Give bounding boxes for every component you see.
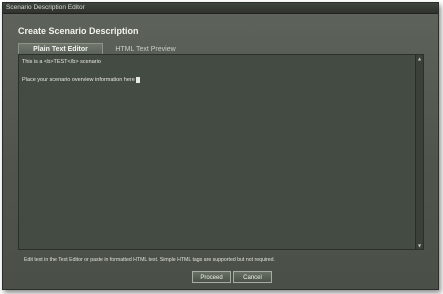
triangle-down-icon[interactable]: ▼ <box>416 242 423 249</box>
title-bar[interactable]: Scenario Description Editor <box>3 3 438 14</box>
editor-hint-text: Edit text in the Text Editor or paste in… <box>24 257 275 263</box>
editor-line-2-text: Place your scenario overview information… <box>22 77 135 83</box>
cancel-button[interactable]: Cancel <box>233 271 272 283</box>
text-cursor <box>135 76 140 83</box>
vertical-scrollbar[interactable]: ▲ ▼ <box>415 55 423 249</box>
tab-plain-text-editor[interactable]: Plain Text Editor <box>18 43 103 54</box>
window-title: Scenario Description Editor <box>6 4 85 11</box>
editor-content: This is a <b>TEST</b> scenario Place you… <box>22 58 413 85</box>
editor-line-2: Place your scenario overview information… <box>22 76 413 85</box>
proceed-button[interactable]: Proceed <box>192 271 231 283</box>
editor-line-1: This is a <b>TEST</b> scenario <box>22 59 101 65</box>
scenario-description-editor-window: Scenario Description Editor Create Scena… <box>2 2 439 290</box>
page-title: Create Scenario Description <box>18 26 139 36</box>
triangle-up-icon[interactable]: ▲ <box>416 55 423 62</box>
plain-text-editor-area[interactable]: This is a <b>TEST</b> scenario Place you… <box>18 54 424 250</box>
